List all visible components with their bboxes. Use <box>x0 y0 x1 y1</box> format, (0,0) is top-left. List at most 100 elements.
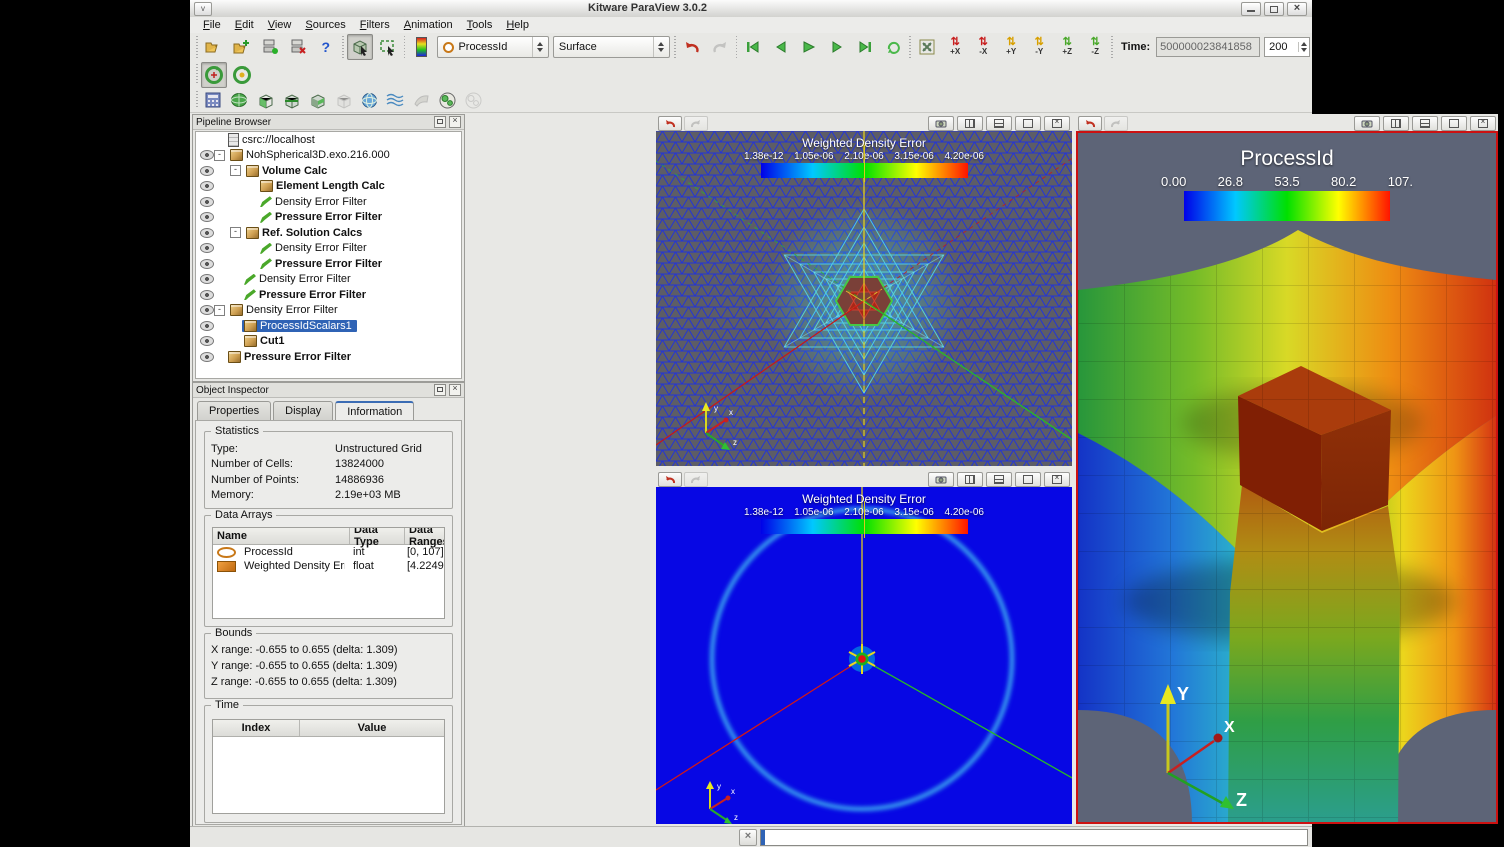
edit-color-map-button[interactable] <box>408 34 434 60</box>
split-horizontal-button[interactable] <box>1383 116 1409 131</box>
clip-button[interactable] <box>227 89 251 112</box>
visibility-cell[interactable] <box>199 259 214 269</box>
camera-plusz-button[interactable]: ⇅+Z <box>1054 34 1080 60</box>
camera-plusy-button[interactable]: ⇅+Y <box>998 34 1024 60</box>
eye-icon[interactable] <box>200 243 214 253</box>
render-view-surface[interactable]: y x z Weighted Density Error 1.38e-121.0… <box>656 487 1072 824</box>
camera-undo-button[interactable] <box>658 116 682 131</box>
color-legend[interactable]: Weighted Density Error 1.38e-121.05e-062… <box>744 136 984 178</box>
camera-undo-button[interactable] <box>658 472 682 487</box>
camera-minusz-button[interactable]: ⇅-Z <box>1082 34 1108 60</box>
float-panel-button[interactable] <box>434 116 446 128</box>
pipeline-item[interactable]: Element Length Calc <box>196 179 461 195</box>
select-cells-button[interactable] <box>347 34 373 60</box>
pipeline-item[interactable]: Density Error Filter <box>196 272 461 288</box>
representation-combo[interactable]: Surface <box>553 36 670 58</box>
slice-button[interactable] <box>253 89 277 112</box>
play-button[interactable] <box>796 34 822 60</box>
pipeline-item[interactable]: Pressure Error Filter <box>196 349 461 365</box>
menu-animation[interactable]: Animation <box>397 18 460 32</box>
close-view-button[interactable] <box>1044 472 1070 487</box>
minimize-button[interactable] <box>1241 2 1261 16</box>
camera-redo-button[interactable] <box>684 472 708 487</box>
pick-center-button[interactable] <box>229 62 255 88</box>
data-array-row[interactable]: Weighted Density Errorfloat[4.22498e-14,… <box>213 559 444 573</box>
visibility-cell[interactable] <box>199 166 214 176</box>
loop-button[interactable] <box>880 34 906 60</box>
split-vertical-button[interactable] <box>986 116 1012 131</box>
pipeline-item[interactable]: csrc://localhost <box>196 132 461 148</box>
pipeline-item[interactable]: Volume Calc <box>196 163 461 179</box>
visibility-cell[interactable] <box>199 352 214 362</box>
adjust-camera-button[interactable] <box>928 116 954 131</box>
next-frame-button[interactable] <box>824 34 850 60</box>
visibility-cell[interactable] <box>199 243 214 253</box>
adjust-camera-button[interactable] <box>928 472 954 487</box>
pipeline-item[interactable]: Pressure Error Filter <box>196 256 461 272</box>
visibility-cell[interactable] <box>199 336 214 346</box>
rubber-band-select-button[interactable] <box>375 34 401 60</box>
pipeline-item[interactable]: ProcessIdScalars1 <box>196 318 461 334</box>
eye-icon[interactable] <box>200 336 214 346</box>
color-by-combo[interactable]: ProcessId <box>437 36 548 58</box>
pipeline-item[interactable]: Pressure Error Filter <box>196 210 461 226</box>
eye-icon[interactable] <box>200 352 214 362</box>
abort-button[interactable] <box>739 829 757 846</box>
maximize-view-button[interactable] <box>1015 472 1041 487</box>
last-frame-button[interactable] <box>852 34 878 60</box>
glyph-button[interactable] <box>357 89 381 112</box>
camera-plusx-button[interactable]: ⇅+X <box>942 34 968 60</box>
camera-redo-button[interactable] <box>684 116 708 131</box>
split-vertical-button[interactable] <box>1412 116 1438 131</box>
maximize-button[interactable] <box>1264 2 1284 16</box>
tab-display[interactable]: Display <box>273 401 333 420</box>
color-legend[interactable]: Weighted Density Error 1.38e-121.05e-062… <box>744 492 984 534</box>
open-file-button[interactable] <box>201 34 227 60</box>
menu-sources[interactable]: Sources <box>298 18 352 32</box>
expander-icon[interactable] <box>214 150 225 161</box>
pipeline-item[interactable]: Ref. Solution Calcs <box>196 225 461 241</box>
maximize-view-button[interactable] <box>1015 116 1041 131</box>
visibility-cell[interactable] <box>199 181 214 191</box>
menu-edit[interactable]: Edit <box>228 18 261 32</box>
eye-icon[interactable] <box>200 305 214 315</box>
camera-minusy-button[interactable]: ⇅-Y <box>1026 34 1052 60</box>
render-view-wireframe[interactable]: y x z Weighted Density Error 1.38e-121.0… <box>656 131 1072 466</box>
pipeline-item[interactable]: Density Error Filter <box>196 241 461 257</box>
eye-icon[interactable] <box>200 274 214 284</box>
connect-server-button[interactable] <box>257 34 283 60</box>
close-view-button[interactable] <box>1470 116 1496 131</box>
pipeline-item[interactable]: Pressure Error Filter <box>196 287 461 303</box>
pipeline-item[interactable]: NohSpherical3D.exo.216.000 <box>196 148 461 164</box>
visibility-cell[interactable] <box>199 197 214 207</box>
disconnect-server-button[interactable] <box>285 34 311 60</box>
menu-filters[interactable]: Filters <box>353 18 397 32</box>
color-legend[interactable]: ProcessId 0.0026.853.580.2107. <box>1157 147 1417 221</box>
reset-camera-button[interactable] <box>914 34 940 60</box>
visibility-cell[interactable] <box>199 150 214 160</box>
extract-subset-button[interactable] <box>331 89 355 112</box>
float-panel-button[interactable] <box>434 384 446 396</box>
window-menu-button[interactable] <box>194 2 212 16</box>
camera-minusx-button[interactable]: ⇅-X <box>970 34 996 60</box>
eye-icon[interactable] <box>200 181 214 191</box>
show-center-axes-button[interactable] <box>201 62 227 88</box>
group-datasets-button[interactable] <box>435 89 459 112</box>
data-array-row[interactable]: ProcessIdint[0, 107] <box>213 545 444 559</box>
menu-file[interactable]: File <box>196 18 228 32</box>
eye-icon[interactable] <box>200 197 214 207</box>
close-panel-button[interactable] <box>449 384 461 396</box>
visibility-cell[interactable] <box>199 290 214 300</box>
time-table[interactable]: IndexValue <box>212 719 445 814</box>
close-panel-button[interactable] <box>449 116 461 128</box>
pipeline-item[interactable]: Cut1 <box>196 334 461 350</box>
help-button[interactable]: ? <box>313 34 339 60</box>
view-right-active[interactable]: Y X Z ProcessId 0.0026.853.580.2107. <box>1076 114 1498 824</box>
view-top-left[interactable]: y x z Weighted Density Error 1.38e-121.0… <box>656 114 1072 466</box>
eye-icon[interactable] <box>200 259 214 269</box>
tab-information[interactable]: Information <box>335 401 414 421</box>
first-frame-button[interactable] <box>740 34 766 60</box>
cut-button[interactable] <box>279 89 303 112</box>
menu-view[interactable]: View <box>261 18 299 32</box>
tab-properties[interactable]: Properties <box>197 401 271 420</box>
